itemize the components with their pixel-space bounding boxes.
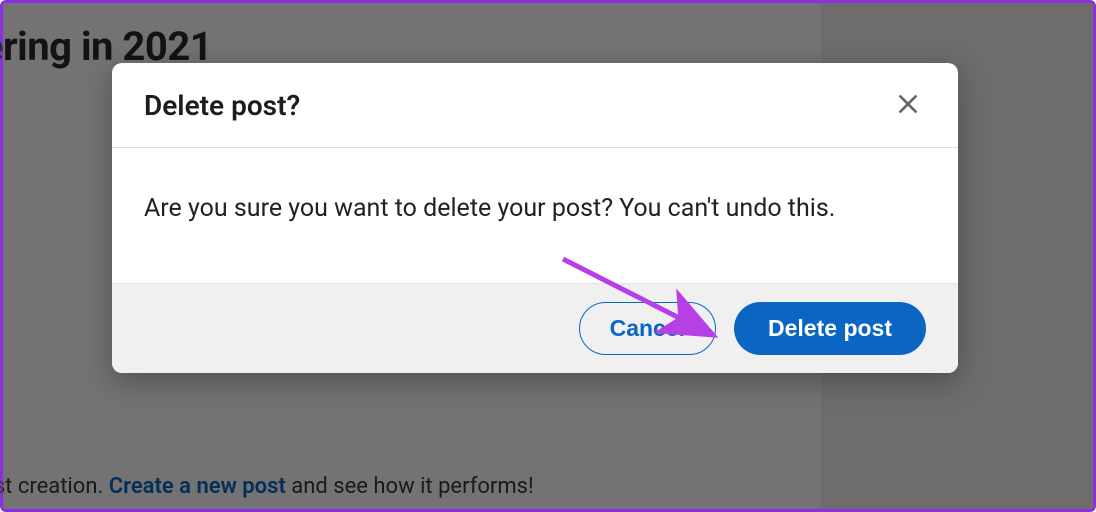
dialog-header: Delete post?	[112, 63, 958, 148]
close-button[interactable]	[886, 83, 930, 127]
dialog-title: Delete post?	[144, 89, 300, 122]
dialog-footer: Cancel Delete post	[112, 283, 958, 373]
cancel-button[interactable]: Cancel	[579, 302, 716, 355]
dialog-body: Are you sure you want to delete your pos…	[112, 148, 958, 283]
app-frame: al engineering in 2021 ion for the me of…	[0, 0, 1096, 512]
delete-post-button[interactable]: Delete post	[734, 302, 926, 355]
close-icon	[895, 91, 921, 120]
delete-post-dialog: Delete post? Are you sure you want to de…	[112, 63, 958, 373]
